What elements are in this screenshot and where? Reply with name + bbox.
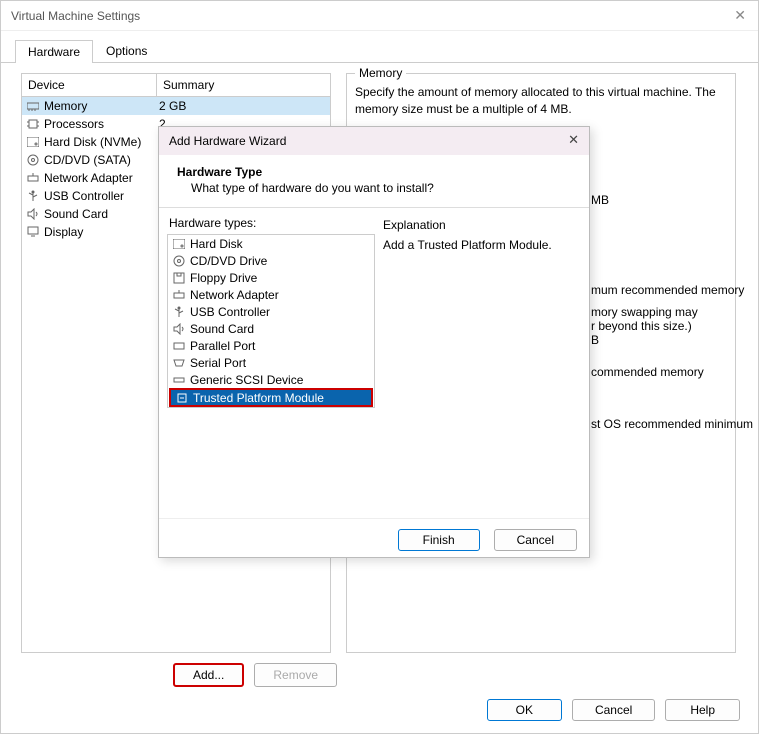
tpm-icon — [175, 391, 189, 405]
device-name: Hard Disk (NVMe) — [44, 135, 159, 149]
hardware-type-label: Serial Port — [190, 356, 246, 370]
hardware-type-label: Network Adapter — [190, 288, 279, 302]
hardware-type-item[interactable]: CD/DVD Drive — [168, 252, 374, 269]
display-icon — [26, 225, 40, 239]
wizard-titlebar: Add Hardware Wizard ✕ — [159, 127, 589, 155]
hardware-type-label: Generic SCSI Device — [190, 373, 303, 387]
hardware-type-label: CD/DVD Drive — [190, 254, 267, 268]
device-row[interactable]: Memory2 GB — [22, 97, 330, 115]
tab-bar: Hardware Options — [1, 31, 758, 63]
device-name: Network Adapter — [44, 171, 159, 185]
cpu-icon — [26, 117, 40, 131]
memory-hint: st OS recommended minimum — [591, 417, 753, 431]
memory-hint: B — [591, 333, 599, 347]
wizard-header: Hardware Type What type of hardware do y… — [159, 155, 589, 208]
hardware-type-label: Sound Card — [190, 322, 254, 336]
memory-desc: Specify the amount of memory allocated t… — [355, 84, 727, 118]
wizard-title: Add Hardware Wizard — [169, 134, 286, 148]
usb-icon — [172, 305, 186, 319]
main-title: Virtual Machine Settings — [11, 9, 140, 23]
parallel-icon — [172, 339, 186, 353]
hardware-types-label: Hardware types: — [169, 216, 377, 230]
memory-group-label: Memory — [355, 66, 406, 80]
help-button[interactable]: Help — [665, 699, 740, 721]
hardware-type-label: USB Controller — [190, 305, 270, 319]
ok-button[interactable]: OK — [487, 699, 562, 721]
add-hardware-wizard: Add Hardware Wizard ✕ Hardware Type What… — [158, 126, 590, 558]
serial-icon — [172, 356, 186, 370]
cancel-button[interactable]: Cancel — [572, 699, 655, 721]
hardware-type-label: Hard Disk — [190, 237, 243, 251]
hardware-type-item[interactable]: Floppy Drive — [168, 269, 374, 286]
wizard-header-title: Hardware Type — [177, 165, 571, 179]
explanation-text: Add a Trusted Platform Module. — [383, 238, 575, 252]
wizard-header-sub: What type of hardware do you want to ins… — [191, 181, 571, 195]
hardware-type-item[interactable]: Network Adapter — [168, 286, 374, 303]
hardware-type-item[interactable]: Trusted Platform Module — [170, 389, 372, 406]
hardware-type-label: Trusted Platform Module — [193, 391, 324, 405]
memory-hint: MB — [591, 193, 609, 207]
network-icon — [172, 288, 186, 302]
memory-hint: mum recommended memory — [591, 283, 744, 297]
col-header-summary[interactable]: Summary — [157, 74, 330, 96]
scsi-icon — [172, 373, 186, 387]
hardware-types-list: Hard Disk CD/DVD Drive Floppy Drive Network… — [167, 234, 375, 408]
col-header-device[interactable]: Device — [22, 74, 157, 96]
cd-icon — [26, 153, 40, 167]
cd-icon — [172, 254, 186, 268]
hardware-type-item[interactable]: Generic SCSI Device — [168, 371, 374, 388]
disk-icon — [172, 237, 186, 251]
network-icon — [26, 171, 40, 185]
device-name: Processors — [44, 117, 159, 131]
finish-button[interactable]: Finish — [398, 529, 480, 551]
device-name: CD/DVD (SATA) — [44, 153, 159, 167]
wizard-close-icon[interactable]: ✕ — [568, 132, 579, 148]
wizard-cancel-button[interactable]: Cancel — [494, 529, 577, 551]
memory-icon — [26, 99, 40, 113]
main-titlebar: Virtual Machine Settings ✕ — [1, 1, 758, 31]
floppy-icon — [172, 271, 186, 285]
device-name: Sound Card — [44, 207, 159, 221]
memory-hint: mory swapping may r beyond this size.) — [591, 305, 698, 333]
remove-button: Remove — [254, 663, 337, 687]
disk-icon — [26, 135, 40, 149]
device-table-header: Device Summary — [22, 74, 330, 97]
hardware-type-item[interactable]: Serial Port — [168, 354, 374, 371]
device-summary: 2 GB — [159, 99, 326, 113]
hardware-type-label: Parallel Port — [190, 339, 255, 353]
close-icon[interactable]: ✕ — [734, 7, 746, 24]
tab-hardware[interactable]: Hardware — [15, 40, 93, 63]
usb-icon — [26, 189, 40, 203]
device-name: USB Controller — [44, 189, 159, 203]
explanation-label: Explanation — [383, 218, 575, 232]
hardware-type-item[interactable]: USB Controller — [168, 303, 374, 320]
add-button[interactable]: Add... — [173, 663, 244, 687]
memory-hint: commended memory — [591, 365, 704, 379]
device-name: Display — [44, 225, 159, 239]
sound-icon — [172, 322, 186, 336]
hardware-type-item[interactable]: Sound Card — [168, 320, 374, 337]
sound-icon — [26, 207, 40, 221]
device-name: Memory — [44, 99, 159, 113]
hardware-type-label: Floppy Drive — [190, 271, 257, 285]
hardware-type-item[interactable]: Parallel Port — [168, 337, 374, 354]
tab-options[interactable]: Options — [93, 39, 160, 62]
hardware-type-item[interactable]: Hard Disk — [168, 235, 374, 252]
